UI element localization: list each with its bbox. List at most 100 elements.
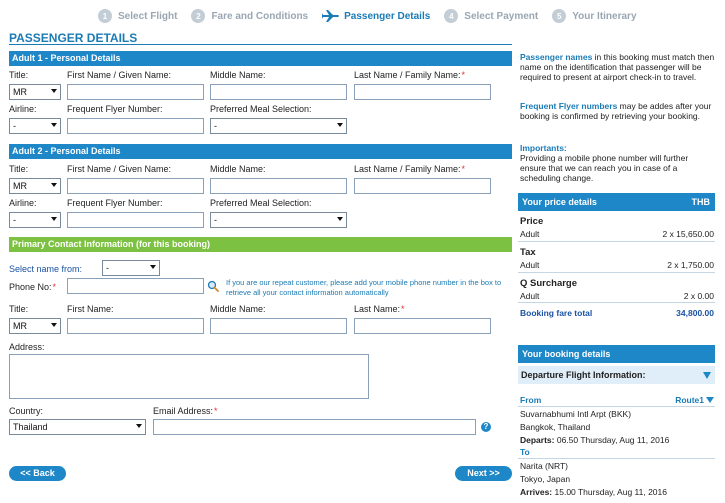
note-highlight: Importants:: [520, 143, 567, 153]
adult1-last-name-label: Last Name / Family Name:: [354, 70, 465, 80]
important-note: Importants: Providing a mobile phone num…: [520, 143, 715, 183]
adult1-first-name-input[interactable]: [67, 84, 204, 100]
price-label: Price: [520, 216, 544, 227]
adult1-heading: Adult 1 - Personal Details: [9, 51, 512, 66]
contact-middle-name-label: Middle Name:: [210, 304, 266, 314]
adult2-title-select[interactable]: MR: [9, 178, 61, 194]
contact-last-name-input[interactable]: [354, 318, 491, 334]
departs-value: 06.50 Thursday, Aug 11, 2016: [556, 435, 670, 445]
dropdown-arrow-icon: [337, 217, 343, 221]
email-input[interactable]: [153, 419, 476, 435]
tax-label: Tax: [520, 247, 536, 258]
divider: [518, 406, 715, 407]
price-heading: Your price details: [522, 197, 597, 207]
step-label: Your Itinerary: [572, 10, 637, 22]
adult2-airline-select[interactable]: -: [9, 212, 61, 228]
adult1-ff-input[interactable]: [67, 118, 204, 134]
adult1-meal-select[interactable]: -: [210, 118, 347, 134]
arrives-value: 15.00 Thursday, Aug 11, 2016: [554, 487, 667, 497]
title-divider: [9, 44, 512, 45]
step-number: 2: [191, 9, 206, 23]
step-number: 1: [98, 9, 112, 23]
phone-hint: If you are our repeat customer, please a…: [226, 278, 502, 297]
selected-value: -: [13, 121, 16, 131]
from-airport: Suvarnabhumi Intl Arpt (BKK): [520, 409, 632, 419]
price-row: Adult 2 x 15,650.00: [520, 229, 714, 239]
contact-last-name-label: Last Name:: [354, 304, 405, 314]
step-select-flight[interactable]: 1 Select Flight: [98, 9, 177, 23]
adult2-middle-name-input[interactable]: [210, 178, 347, 194]
adult1-airline-label: Airline:: [9, 104, 37, 114]
step-label: Passenger Details: [344, 10, 431, 22]
ff-note: Frequent Flyer numbers may be addes afte…: [520, 101, 715, 121]
route-dropdown-icon[interactable]: [706, 397, 714, 403]
selected-value: -: [214, 215, 217, 225]
contact-middle-name-input[interactable]: [210, 318, 347, 334]
adult2-last-name-label: Last Name / Family Name:: [354, 164, 465, 174]
currency: THB: [691, 197, 711, 207]
adult1-ff-label: Frequent Flyer Number:: [67, 104, 163, 114]
adult1-title-label: Title:: [9, 70, 29, 80]
to-label: To: [520, 447, 530, 457]
dropdown-arrow-icon: [51, 123, 57, 127]
dropdown-arrow-icon: [51, 183, 57, 187]
adult1-middle-name-input[interactable]: [210, 84, 347, 100]
step-your-itinerary[interactable]: 5 Your Itinerary: [552, 9, 637, 23]
from-row: From Route1: [520, 395, 714, 405]
departs-row: Departs: 06.50 Thursday, Aug 11, 2016: [520, 435, 714, 445]
email-label: Email Address:: [153, 406, 218, 416]
note-highlight: Frequent Flyer numbers: [520, 101, 618, 111]
select-name-dropdown[interactable]: -: [102, 260, 160, 276]
row-label: Adult: [520, 291, 540, 301]
row-label: Adult: [520, 229, 540, 239]
row-value: 2 x 0.00: [683, 291, 714, 301]
contact-title-select[interactable]: MR: [9, 318, 61, 334]
divider: [518, 272, 715, 273]
airplane-icon: [322, 10, 340, 22]
note-text: Providing a mobile phone number will fur…: [520, 153, 689, 183]
adult2-ff-input[interactable]: [67, 212, 204, 228]
total-label: Booking fare total: [520, 308, 593, 318]
step-label: Select Flight: [118, 10, 178, 22]
booking-total: Booking fare total 34,800.00: [520, 308, 714, 318]
to-city: Tokyo, Japan: [520, 474, 571, 484]
dropdown-arrow-icon: [337, 123, 343, 127]
step-label: Select Payment: [464, 10, 539, 22]
step-number: 4: [444, 9, 459, 23]
dropdown-arrow-icon: [136, 424, 142, 428]
page-title: PASSENGER DETAILS: [9, 31, 138, 45]
adult1-airline-select[interactable]: -: [9, 118, 61, 134]
adult1-last-name-input[interactable]: [354, 84, 491, 100]
adult2-middle-name-label: Middle Name:: [210, 164, 266, 174]
next-button[interactable]: Next >>: [455, 466, 512, 481]
departure-heading: Departure Flight Information:: [521, 370, 646, 380]
adult2-meal-select[interactable]: -: [210, 212, 347, 228]
selected-value: MR: [13, 321, 27, 331]
step-fare-conditions[interactable]: 2 Fare and Conditions: [191, 9, 308, 23]
departure-flight-toggle[interactable]: Departure Flight Information:: [518, 366, 715, 384]
contact-first-name-input[interactable]: [67, 318, 204, 334]
dropdown-arrow-icon: [51, 217, 57, 221]
passenger-names-note: Passenger names in this booking must mat…: [520, 52, 715, 82]
search-icon[interactable]: [207, 280, 219, 292]
help-icon[interactable]: ?: [481, 422, 491, 432]
back-button[interactable]: << Back: [9, 466, 66, 481]
dropdown-arrow-icon: [51, 323, 57, 327]
adult1-middle-name-label: Middle Name:: [210, 70, 266, 80]
selected-value: Thailand: [13, 422, 48, 432]
adult2-first-name-input[interactable]: [67, 178, 204, 194]
row-value: 2 x 1,750.00: [667, 260, 714, 270]
adult2-last-name-input[interactable]: [354, 178, 491, 194]
country-select[interactable]: Thailand: [9, 419, 146, 435]
selected-value: -: [214, 121, 217, 131]
step-select-payment[interactable]: 4 Select Payment: [444, 9, 538, 23]
phone-input[interactable]: [67, 278, 204, 294]
adult2-first-name-label: First Name / Given Name:: [67, 164, 172, 174]
adult2-airline-label: Airline:: [9, 198, 37, 208]
booking-heading: Your booking details: [522, 349, 611, 359]
address-textarea[interactable]: [9, 354, 369, 399]
divider: [518, 458, 715, 459]
adult1-title-select[interactable]: MR: [9, 84, 61, 100]
price-details-header: Your price details THB: [518, 193, 715, 211]
adult2-title-label: Title:: [9, 164, 29, 174]
